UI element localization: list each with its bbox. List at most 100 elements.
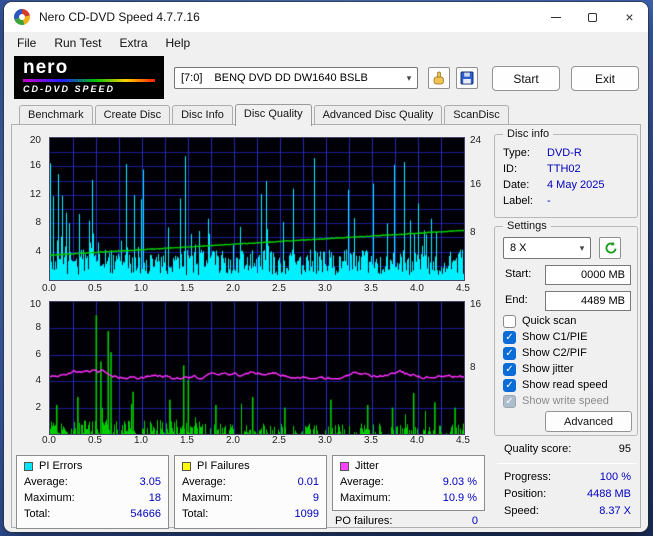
stat-row: Total: 1099: [182, 508, 319, 520]
disc-info-row: Type: DVD-R: [503, 147, 582, 159]
checkbox-box: [503, 314, 516, 328]
checkbox-quick-scan[interactable]: Quick scan: [503, 313, 635, 329]
jitter-stats-header: Jitter: [340, 458, 477, 474]
disc-info-row: Date: 4 May 2025: [503, 179, 605, 191]
minimize-icon: [550, 16, 561, 18]
pi-errors-stats-title: PI Errors: [39, 460, 83, 472]
stat-row: Average: 0.01: [182, 476, 319, 488]
nero-logo: nero CD-DVD SPEED: [14, 56, 164, 99]
pi-errors-stats-header: PI Errors: [24, 458, 161, 474]
hand-icon: [433, 71, 444, 85]
toolbar: nero CD-DVD SPEED [7:0] BENQ DVD DD DW16…: [4, 54, 648, 102]
checkbox-show-read-speed[interactable]: ✓ Show read speed: [503, 377, 635, 393]
stat-row: Maximum: 18: [24, 492, 161, 504]
maximize-icon: [588, 12, 597, 22]
nero-brand-text: nero: [23, 57, 69, 78]
tab-advanced-disc-quality[interactable]: Advanced Disc Quality: [313, 105, 443, 125]
eject-disc-button[interactable]: [428, 67, 450, 89]
refresh-drive-button[interactable]: [599, 237, 621, 259]
speed-value: 8.37 X: [599, 505, 631, 517]
advanced-button[interactable]: Advanced: [545, 411, 632, 432]
pi-failures-x-axis: 0.0 0.5 1.0 1.5 2.0 2.5 3.0 3.5 4.0 4.5: [42, 435, 470, 446]
drive-select[interactable]: [7:0] BENQ DVD DD DW1640 BSLB ▾: [174, 67, 418, 89]
scan-speed-select[interactable]: 8 X ▾: [503, 237, 591, 259]
checkbox-show-c2-pif[interactable]: ✓ Show C2/PIF: [503, 345, 635, 361]
drive-port-label: [7:0]: [181, 72, 203, 84]
separator: [497, 463, 637, 464]
tab-disc-info[interactable]: Disc Info: [172, 105, 233, 125]
disc-info-group: Disc info Type: DVD-R ID: TTH02 Date: 4 May…: [494, 128, 638, 218]
pi-errors-x-axis: 0.0 0.5 1.0 1.5 2.0 2.5 3.0 3.5 4.0 4.5: [42, 283, 470, 294]
pi-errors-legend-swatch: [24, 461, 33, 471]
pi-failures-y-axis: 2 4 6 8 10: [29, 299, 41, 413]
disc-info-row: ID: TTH02: [503, 163, 581, 175]
scan-speed-value: 8 X: [510, 242, 527, 254]
pi-errors-chart: [49, 137, 465, 281]
disc-info-title: Disc info: [503, 128, 554, 140]
checkbox-show-c1-pie[interactable]: ✓ Show C1/PIE: [503, 329, 635, 345]
disc-info-row: Label: -: [503, 195, 551, 207]
menu-run-test[interactable]: Run Test: [45, 34, 110, 52]
jitter-stats-box: Jitter Average: 9.03 % Maximum: 10.9 %: [332, 455, 485, 511]
tab-strip: Benchmark Create Disc Disc Info Disc Qua…: [11, 102, 641, 126]
app-icon: [14, 9, 30, 25]
start-position-input[interactable]: 0000 MB: [545, 265, 631, 285]
drive-name-label: BENQ DVD DD DW1640 BSLB: [214, 72, 368, 84]
end-position-input[interactable]: 4489 MB: [545, 291, 631, 311]
position-value: 4488 MB: [586, 488, 631, 500]
minimize-button[interactable]: [537, 2, 574, 32]
pi-failures-jitter-chart: [49, 301, 465, 435]
tab-scandisc[interactable]: ScanDisc: [444, 105, 509, 125]
menu-extra[interactable]: Extra: [110, 34, 156, 52]
checkbox-show-jitter[interactable]: ✓ Show jitter: [503, 361, 635, 377]
checkbox-box: ✓: [503, 346, 516, 360]
progress-value: 100 %: [599, 471, 631, 483]
progress-row: Progress: 100 %: [504, 471, 631, 483]
tab-create-disc[interactable]: Create Disc: [94, 105, 171, 125]
exit-button[interactable]: Exit: [571, 66, 639, 91]
close-icon: ×: [625, 9, 634, 25]
side-panel: Disc info Type: DVD-R ID: TTH02 Date: 4 May…: [494, 125, 640, 527]
window-controls: ×: [537, 2, 648, 32]
start-button[interactable]: Start: [492, 66, 560, 91]
refresh-icon: [605, 241, 617, 254]
jitter-stats-title: Jitter: [355, 460, 379, 472]
end-position-row: End: 4489 MB: [495, 291, 637, 311]
menu-file[interactable]: File: [8, 34, 45, 52]
maximize-button[interactable]: [574, 2, 611, 32]
save-results-button[interactable]: [456, 67, 478, 89]
checkbox-box: ✓: [503, 362, 516, 376]
stat-row: Average: 3.05: [24, 476, 161, 488]
menu-bar: File Run Test Extra Help: [4, 32, 648, 54]
menu-help[interactable]: Help: [157, 34, 200, 52]
tab-benchmark[interactable]: Benchmark: [19, 105, 93, 125]
title-bar[interactable]: Nero CD-DVD Speed 4.7.7.16 ×: [4, 2, 648, 32]
speed-row: Speed: 8.37 X: [504, 505, 631, 517]
disc-quality-page: 4 8 12 16 20 8 16 24 0.0 0.5 1.0 1.5 2.0 2.5 3.0 3.5 4…: [11, 124, 641, 529]
pi-errors-stats-box: PI Errors Average: 3.05 Maximum: 18 Total:…: [16, 455, 169, 529]
stat-row: Total: 54666: [24, 508, 161, 520]
settings-title: Settings: [503, 220, 551, 232]
options-checkbox-list: Quick scan ✓ Show C1/PIE ✓ Show C2/PIF ✓ Sh…: [503, 313, 635, 409]
jitter-y-axis: 8 16: [470, 299, 482, 373]
stat-row: Maximum: 10.9 %: [340, 492, 477, 504]
start-position-row: Start: 0000 MB: [495, 265, 637, 285]
logo-gradient-bar: [23, 79, 155, 82]
pi-failures-stats-box: PI Failures Average: 0.01 Maximum: 9 Total…: [174, 455, 327, 529]
window-title: Nero CD-DVD Speed 4.7.7.16: [39, 10, 200, 24]
read-speed-y-axis: 8 16 24: [470, 135, 482, 238]
logo-product-text: CD-DVD SPEED: [23, 84, 116, 94]
close-button[interactable]: ×: [611, 2, 648, 32]
checkbox-box: ✓: [503, 378, 516, 392]
position-row: Position: 4488 MB: [504, 488, 631, 500]
chevron-down-icon: ▾: [579, 242, 585, 253]
po-failures-row: PO failures: 0: [335, 515, 478, 527]
floppy-icon: [460, 71, 474, 85]
jitter-legend-swatch: [340, 461, 349, 471]
tab-disc-quality[interactable]: Disc Quality: [234, 104, 312, 126]
pi-failures-stats-header: PI Failures: [182, 458, 319, 474]
checkbox-show-write-speed: ✓ Show write speed: [503, 393, 635, 409]
quality-score-value: 95: [618, 443, 631, 455]
pi-failures-stats-title: PI Failures: [197, 460, 250, 472]
settings-group: Settings 8 X ▾ Start: 0000 MB End: 4489 …: [494, 220, 638, 436]
